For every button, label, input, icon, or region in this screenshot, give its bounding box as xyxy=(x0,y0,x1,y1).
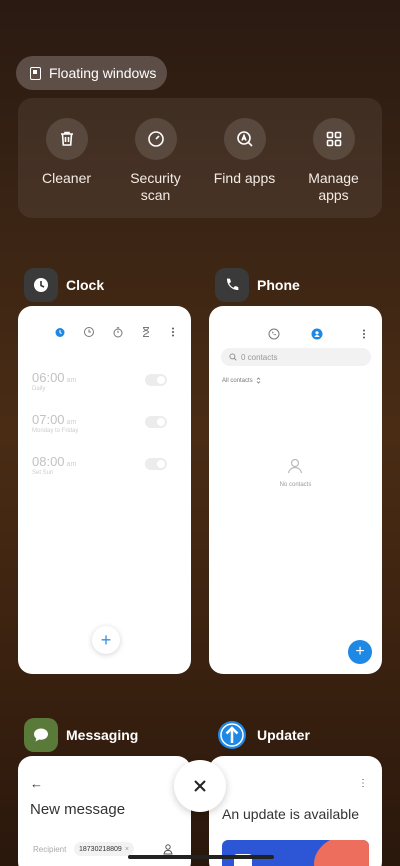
floating-window-icon xyxy=(30,66,41,80)
floating-windows-button[interactable]: Floating windows xyxy=(16,56,167,90)
updater-app-card[interactable]: ⋮ An update is available xyxy=(209,756,382,866)
clock-app-card[interactable]: 06:00 am Daily 07:00 am Monday to Friday 0… xyxy=(18,306,191,674)
timer-tab-icon[interactable] xyxy=(140,326,152,338)
alarm-ampm: am xyxy=(66,377,77,384)
alarm-toggle[interactable] xyxy=(145,416,167,428)
messaging-app-header[interactable]: Messaging xyxy=(24,718,138,752)
update-banner-image xyxy=(222,840,369,866)
close-all-button[interactable] xyxy=(174,760,226,812)
recipient-chip[interactable]: 18730218809 × xyxy=(74,842,134,856)
clock-app-header[interactable]: Clock xyxy=(24,268,104,302)
grid-icon xyxy=(312,118,355,160)
messaging-app-icon xyxy=(24,718,58,752)
messaging-app-name: Messaging xyxy=(66,727,139,743)
alarm-repeat: Monday to Friday xyxy=(32,428,79,434)
recipient-label: Recipient xyxy=(33,845,67,854)
recipient-number: 18730218809 xyxy=(79,845,122,853)
contacts-tab-icon[interactable] xyxy=(311,328,323,340)
dropdown-arrows-icon xyxy=(256,377,260,384)
floating-windows-label: Floating windows xyxy=(49,65,157,81)
updater-app-header[interactable]: Updater xyxy=(215,718,310,752)
alarm-row[interactable]: 08:00 am Set Sun xyxy=(32,454,179,484)
home-indicator[interactable] xyxy=(128,855,274,859)
more-icon[interactable]: ⋮ xyxy=(358,778,368,789)
alarm-time: 07:00 xyxy=(32,412,65,427)
alarm-repeat: Set Sun xyxy=(32,470,54,476)
find-apps-icon xyxy=(223,118,266,160)
alarm-ampm: am xyxy=(66,419,77,426)
alarm-ampm: am xyxy=(66,461,77,468)
contacts-filter-label: All contacts xyxy=(222,377,253,384)
alarm-toggle[interactable] xyxy=(145,458,167,470)
quick-tools-panel: Cleaner Security scan Find apps Manage a… xyxy=(18,98,382,218)
contact-picker-icon[interactable] xyxy=(162,843,174,855)
add-contact-button[interactable]: + xyxy=(348,640,372,664)
manage-apps-label: Manage apps xyxy=(308,170,359,203)
dialer-tab-icon[interactable] xyxy=(268,328,280,340)
phone-app-header[interactable]: Phone xyxy=(215,268,300,302)
find-apps-button[interactable]: Find apps xyxy=(201,98,289,218)
alarm-time: 08:00 xyxy=(32,454,65,469)
alarm-toggle[interactable] xyxy=(145,374,167,386)
updater-app-icon xyxy=(215,718,249,752)
cleaner-label: Cleaner xyxy=(41,170,92,186)
alarm-time: 06:00 xyxy=(32,370,65,385)
trash-icon xyxy=(45,118,88,160)
alarm-row[interactable]: 06:00 am Daily xyxy=(32,370,179,400)
clock-tabs xyxy=(54,326,177,338)
alarm-repeat: Daily xyxy=(32,386,46,392)
manage-apps-button[interactable]: Manage apps xyxy=(290,98,378,218)
search-icon xyxy=(229,353,237,361)
updater-app-name: Updater xyxy=(257,727,310,743)
alarm-tab-icon[interactable] xyxy=(54,326,66,338)
stopwatch-tab-icon[interactable] xyxy=(112,326,124,338)
security-scan-label: Security scan xyxy=(130,170,181,203)
more-icon[interactable] xyxy=(360,328,368,340)
clock-app-name: Clock xyxy=(66,277,105,293)
no-contacts-text: No contacts xyxy=(279,482,312,488)
empty-contacts-icon xyxy=(287,458,303,474)
contacts-filter-dropdown[interactable]: All contacts xyxy=(222,377,261,384)
remove-recipient-icon[interactable]: × xyxy=(125,846,129,853)
messaging-app-card[interactable]: ← New message Recipient 18730218809 × xyxy=(18,756,191,866)
phone-app-card[interactable]: 0 contacts All contacts No contacts + xyxy=(209,306,382,674)
more-icon[interactable] xyxy=(169,326,177,338)
new-message-title: New message xyxy=(30,801,126,818)
cleaner-button[interactable]: Cleaner xyxy=(23,98,111,218)
add-alarm-button[interactable]: + xyxy=(92,626,120,654)
back-arrow-icon[interactable]: ← xyxy=(30,776,43,791)
clock-app-icon xyxy=(24,268,58,302)
phone-app-name: Phone xyxy=(257,277,300,293)
phone-app-icon xyxy=(215,268,249,302)
close-icon xyxy=(194,780,206,792)
contacts-search-placeholder: 0 contacts xyxy=(241,352,278,362)
update-title: An update is available xyxy=(222,806,359,822)
clock-tab-icon[interactable] xyxy=(83,326,95,338)
security-scan-button[interactable]: Security scan xyxy=(112,98,200,218)
alarm-row[interactable]: 07:00 am Monday to Friday xyxy=(32,412,179,442)
contacts-search-input[interactable]: 0 contacts xyxy=(221,348,371,366)
find-apps-label: Find apps xyxy=(213,170,276,186)
security-gauge-icon xyxy=(134,118,177,160)
